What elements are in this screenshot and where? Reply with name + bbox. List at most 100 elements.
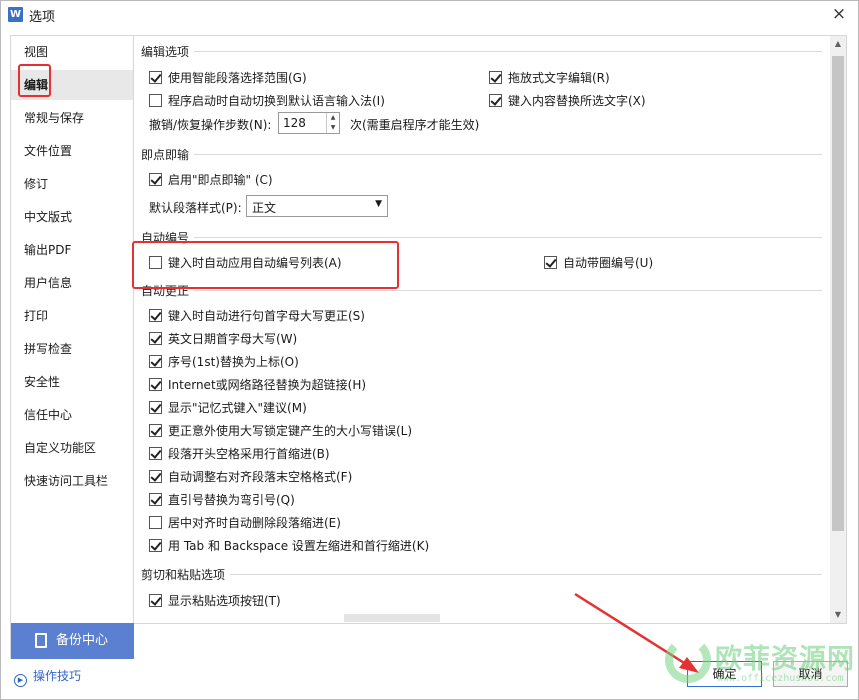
- checkbox-autocorrect-item[interactable]: 直引号替换为弯引号(Q): [149, 491, 295, 508]
- checkbox-autocorrect-item[interactable]: 显示"记忆式键入"建议(M): [149, 399, 307, 416]
- checkbox-label: 启用"即点即输" (C): [168, 173, 273, 187]
- backup-icon: [35, 633, 47, 648]
- checkbox-click-and-type[interactable]: 启用"即点即输" (C): [149, 171, 273, 188]
- tips-label: 操作技巧: [33, 669, 82, 683]
- sidebar-item[interactable]: 编辑: [11, 70, 133, 100]
- sidebar-item[interactable]: 快速访问工具栏: [11, 466, 133, 496]
- checkbox-box[interactable]: [149, 256, 162, 269]
- divider: [194, 154, 822, 155]
- sidebar-item[interactable]: 信任中心: [11, 400, 133, 430]
- checkbox-box[interactable]: [544, 256, 557, 269]
- checkbox-circle-numbering[interactable]: 自动带圈编号(U): [544, 254, 653, 271]
- title-bar: W 选项 ×: [1, 1, 858, 29]
- checkbox-autocorrect-item[interactable]: 居中对齐时自动删除段落缩进(E): [149, 514, 341, 531]
- checkbox-smart-select[interactable]: 使用智能段落选择范围(G): [149, 69, 307, 86]
- checkbox-label: 显示"记忆式键入"建议(M): [168, 401, 307, 415]
- checkbox-label: Internet或网络路径替换为超链接(H): [168, 378, 367, 392]
- spin-up-icon[interactable]: ▲: [327, 113, 339, 123]
- checkbox-box[interactable]: [149, 539, 162, 552]
- checkbox-autocorrect-item[interactable]: 键入时自动进行句首字母大写更正(S): [149, 307, 365, 324]
- undo-steps-spinner[interactable]: 128 ▲ ▼: [278, 112, 340, 134]
- checkbox-box[interactable]: [149, 378, 162, 391]
- checkbox-box[interactable]: [489, 94, 502, 107]
- partial-control: [344, 614, 440, 622]
- group-title-autocorrect: 自动更正: [141, 284, 190, 298]
- checkbox-label: 程序启动时自动切换到默认语言输入法(I): [168, 94, 385, 108]
- checkbox-label: 段落开头空格采用行首缩进(B): [168, 447, 330, 461]
- spin-down-icon[interactable]: ▼: [327, 123, 339, 133]
- backup-center-button[interactable]: 备份中心: [11, 623, 134, 659]
- checkbox-label: 直引号替换为弯引号(Q): [168, 493, 295, 507]
- checkbox-box[interactable]: [149, 173, 162, 186]
- checkbox-box[interactable]: [149, 309, 162, 322]
- checkbox-label: 显示粘贴选项按钮(T): [168, 594, 281, 608]
- checkbox-box[interactable]: [149, 447, 162, 460]
- options-dialog: W 选项 × 视图 编辑 常规与保存 文件位置 修订 中文版式 输出PDF 用户信息 打印 拼写检…: [0, 0, 859, 700]
- checkbox-box[interactable]: [149, 594, 162, 607]
- sidebar-item[interactable]: 打印: [11, 301, 133, 331]
- group-title-click-and-type: 即点即输: [141, 148, 190, 162]
- group-title-auto-numbering: 自动编号: [141, 231, 190, 245]
- checkbox-autocorrect-item[interactable]: 自动调整右对齐段落末空格格式(F): [149, 468, 352, 485]
- divider: [194, 237, 822, 238]
- checkbox-label: 键入时自动进行句首字母大写更正(S): [168, 309, 365, 323]
- checkbox-box[interactable]: [149, 401, 162, 414]
- sidebar-item[interactable]: 视图: [11, 37, 133, 67]
- checkbox-show-paste-button[interactable]: 显示粘贴选项按钮(T): [149, 592, 281, 609]
- checkbox-box[interactable]: [149, 332, 162, 345]
- sidebar-item[interactable]: 输出PDF: [11, 235, 133, 265]
- checkbox-autocorrect-item[interactable]: 用 Tab 和 Backspace 设置左缩进和首行缩进(K): [149, 537, 429, 554]
- checkbox-autocorrect-item[interactable]: 更正意外使用大写锁定键产生的大小写错误(L): [149, 422, 412, 439]
- sidebar-item[interactable]: 中文版式: [11, 202, 133, 232]
- sidebar-item[interactable]: 自定义功能区: [11, 433, 133, 463]
- checkbox-autocorrect-item[interactable]: 段落开头空格采用行首缩进(B): [149, 445, 330, 462]
- checkbox-box[interactable]: [149, 516, 162, 529]
- checkbox-label: 键入时自动应用自动编号列表(A): [168, 256, 342, 270]
- ok-button[interactable]: 确定: [687, 661, 762, 687]
- sidebar-item[interactable]: 安全性: [11, 367, 133, 397]
- checkbox-box[interactable]: [149, 470, 162, 483]
- checkbox-auto-numbering-list[interactable]: 键入时自动应用自动编号列表(A): [149, 254, 342, 271]
- close-icon[interactable]: ×: [828, 3, 850, 25]
- checkbox-label: 键入内容替换所选文字(X): [508, 94, 646, 108]
- checkbox-box[interactable]: [149, 355, 162, 368]
- checkbox-label: 更正意外使用大写锁定键产生的大小写错误(L): [168, 424, 413, 438]
- vertical-scrollbar[interactable]: ▲ ▼: [830, 36, 846, 623]
- checkbox-auto-ime[interactable]: 程序启动时自动切换到默认语言输入法(I): [149, 92, 385, 109]
- sidebar-item[interactable]: 修订: [11, 169, 133, 199]
- category-sidebar: 视图 编辑 常规与保存 文件位置 修订 中文版式 输出PDF 用户信息 打印 拼写检查 安全性 信任中…: [10, 35, 134, 659]
- checkbox-typing-replaces[interactable]: 键入内容替换所选文字(X): [489, 92, 646, 109]
- tips-link[interactable]: ▶ 操作技巧: [14, 667, 81, 687]
- scroll-thumb[interactable]: [832, 56, 844, 531]
- scroll-down-icon[interactable]: ▼: [830, 607, 846, 623]
- divider: [230, 574, 822, 575]
- checkbox-box[interactable]: [149, 493, 162, 506]
- checkbox-box[interactable]: [149, 71, 162, 84]
- checkbox-drag-drop[interactable]: 拖放式文字编辑(R): [489, 69, 610, 86]
- group-title-edit-options: 编辑选项: [141, 45, 190, 59]
- checkbox-autocorrect-item[interactable]: 英文日期首字母大写(W): [149, 330, 297, 347]
- checkbox-autocorrect-item[interactable]: Internet或网络路径替换为超链接(H): [149, 376, 366, 393]
- undo-steps-label: 撤销/恢复操作步数(N):: [149, 118, 272, 132]
- play-circle-icon: ▶: [14, 674, 27, 687]
- sidebar-item[interactable]: 拼写检查: [11, 334, 133, 364]
- checkbox-label: 自动带圈编号(U): [563, 256, 654, 270]
- checkbox-label: 序号(1st)替换为上标(O): [168, 355, 299, 369]
- window-title: 选项: [29, 10, 56, 25]
- checkbox-box[interactable]: [149, 424, 162, 437]
- undo-steps-value[interactable]: 128: [283, 116, 306, 130]
- backup-center-label: 备份中心: [56, 633, 109, 648]
- sidebar-item[interactable]: 用户信息: [11, 268, 133, 298]
- scroll-up-icon[interactable]: ▲: [830, 36, 846, 52]
- sidebar-item[interactable]: 常规与保存: [11, 103, 133, 133]
- default-style-select[interactable]: 正文 ▼: [246, 195, 388, 217]
- cancel-button[interactable]: 取消: [773, 661, 848, 687]
- undo-steps-note: 次(需重启程序才能生效): [350, 118, 480, 132]
- checkbox-box[interactable]: [149, 94, 162, 107]
- divider: [194, 51, 822, 52]
- group-title-paste-options: 剪切和粘贴选项: [141, 568, 226, 582]
- edit-settings-panel: 编辑选项 使用智能段落选择范围(G) 拖放式文字编辑(R) 程序启动时自动切换到…: [134, 35, 847, 624]
- checkbox-box[interactable]: [489, 71, 502, 84]
- sidebar-item[interactable]: 文件位置: [11, 136, 133, 166]
- checkbox-autocorrect-item[interactable]: 序号(1st)替换为上标(O): [149, 353, 299, 370]
